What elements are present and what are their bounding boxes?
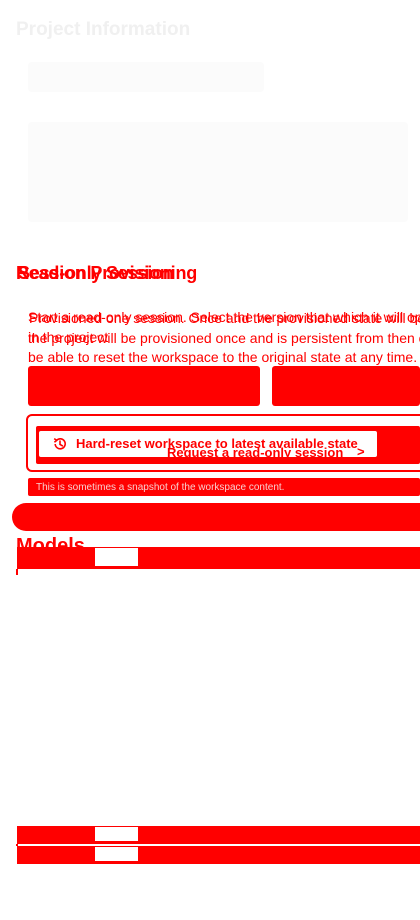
description-line: the project will be provisioned once and… <box>28 330 420 346</box>
models-row[interactable] <box>17 846 420 864</box>
request-session-label: Request a read-only session <box>167 445 344 458</box>
models-row-gap <box>95 847 138 861</box>
models-header-gap <box>95 548 138 566</box>
version-select[interactable] <box>28 366 260 406</box>
hard-reset-button[interactable]: Hard-reset workspace to latest available… <box>38 430 378 458</box>
history-icon <box>52 436 68 452</box>
version-select-secondary[interactable] <box>272 366 420 406</box>
description-line: be able to reset the workspace to the or… <box>28 349 418 365</box>
project-info-card-2 <box>28 122 408 222</box>
page: Project Information Read-only Session Se… <box>0 0 420 920</box>
project-info-card-1 <box>28 62 264 92</box>
session-toggle[interactable] <box>12 503 420 531</box>
models-list-rail <box>16 569 18 575</box>
footnote-text: This is sometimes a snapshot of the work… <box>36 482 285 493</box>
project-title: Project Information <box>16 19 191 40</box>
models-table-header <box>17 547 420 569</box>
chevron-right-icon: > <box>357 444 365 458</box>
models-row[interactable] <box>17 826 420 844</box>
section-heading: Read-only Session Session Provisioning <box>16 263 420 287</box>
description-line: Provisioned one session. Once and the pr… <box>29 310 420 326</box>
section-heading-provisioning: Session Provisioning <box>18 263 198 283</box>
models-row-gap <box>95 827 138 841</box>
